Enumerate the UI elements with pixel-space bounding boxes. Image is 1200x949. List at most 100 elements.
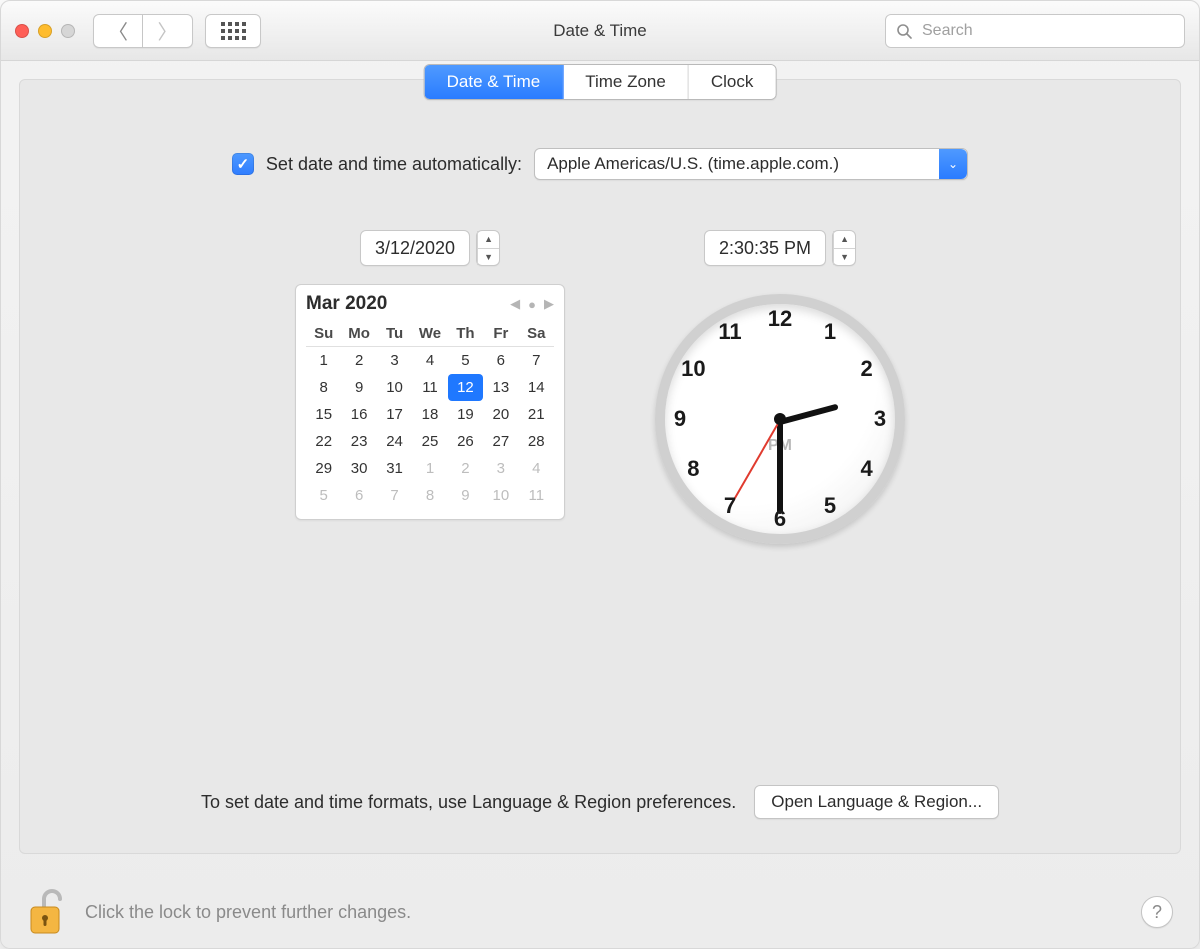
stepper-up-icon: ▲ bbox=[478, 231, 499, 249]
preference-panel: Date & Time Time Zone Clock ✓ Set date a… bbox=[19, 79, 1181, 854]
calendar-day[interactable]: 27 bbox=[483, 428, 518, 455]
clock-number: 8 bbox=[687, 456, 699, 482]
time-server-value: Apple Americas/U.S. (time.apple.com.) bbox=[547, 154, 927, 174]
clock-number: 1 bbox=[824, 319, 836, 345]
calendar-day[interactable]: 15 bbox=[306, 401, 341, 428]
calendar-day[interactable]: 9 bbox=[341, 374, 376, 401]
date-value: 3/12/2020 bbox=[361, 238, 469, 259]
calendar-day[interactable]: 24 bbox=[377, 428, 412, 455]
calendar-day[interactable]: 31 bbox=[377, 455, 412, 482]
tab-clock[interactable]: Clock bbox=[689, 65, 776, 99]
calendar-day[interactable]: 5 bbox=[448, 347, 483, 374]
show-all-button[interactable] bbox=[205, 14, 261, 48]
calendar-today-icon[interactable]: ● bbox=[528, 297, 536, 312]
calendar-day[interactable]: 14 bbox=[519, 374, 554, 401]
calendar-day[interactable]: 2 bbox=[341, 347, 376, 374]
clock-number: 9 bbox=[674, 406, 686, 432]
calendar-day[interactable]: 1 bbox=[412, 455, 447, 482]
zoom-window-button[interactable] bbox=[61, 24, 75, 38]
calendar-day[interactable]: 25 bbox=[412, 428, 447, 455]
calendar-day[interactable]: 8 bbox=[306, 374, 341, 401]
calendar-day[interactable]: 23 bbox=[341, 428, 376, 455]
time-column: 2:30:35 PM ▲ ▼ PM bbox=[655, 230, 905, 544]
time-server-select[interactable]: Apple Americas/U.S. (time.apple.com.) ⌄ bbox=[534, 148, 968, 180]
lock-button[interactable] bbox=[27, 887, 67, 937]
calendar-dow: We bbox=[412, 321, 447, 347]
back-button[interactable]: 〈 bbox=[93, 14, 143, 48]
close-window-button[interactable] bbox=[15, 24, 29, 38]
calendar-day[interactable]: 12 bbox=[448, 374, 483, 401]
calendar-day[interactable]: 13 bbox=[483, 374, 518, 401]
calendar[interactable]: Mar 2020 ◀ ● ▶ SuMoTuWeThFrSa12345678910… bbox=[295, 284, 565, 520]
calendar-day[interactable]: 10 bbox=[377, 374, 412, 401]
help-button[interactable]: ? bbox=[1141, 896, 1173, 928]
calendar-day[interactable]: 2 bbox=[448, 455, 483, 482]
clock-number: 2 bbox=[860, 356, 872, 382]
time-stepper[interactable]: ▲ ▼ bbox=[833, 231, 855, 265]
clock-minute-hand bbox=[777, 422, 783, 514]
calendar-day[interactable]: 3 bbox=[483, 455, 518, 482]
calendar-day[interactable]: 6 bbox=[341, 482, 376, 509]
date-field[interactable]: 3/12/2020 bbox=[360, 230, 470, 266]
calendar-day[interactable]: 19 bbox=[448, 401, 483, 428]
window-controls bbox=[15, 24, 75, 38]
time-value: 2:30:35 PM bbox=[705, 238, 825, 259]
tab-bar: Date & Time Time Zone Clock bbox=[424, 64, 777, 100]
open-language-region-button[interactable]: Open Language & Region... bbox=[754, 785, 999, 819]
stepper-up-icon: ▲ bbox=[834, 231, 855, 249]
calendar-day[interactable]: 18 bbox=[412, 401, 447, 428]
calendar-day[interactable]: 21 bbox=[519, 401, 554, 428]
search-field[interactable] bbox=[885, 14, 1185, 48]
clock-center-pin bbox=[774, 413, 786, 425]
search-icon bbox=[896, 23, 912, 39]
calendar-day[interactable]: 11 bbox=[519, 482, 554, 509]
calendar-day[interactable]: 9 bbox=[448, 482, 483, 509]
set-automatically-checkbox[interactable]: ✓ bbox=[232, 153, 254, 175]
calendar-day[interactable]: 4 bbox=[412, 347, 447, 374]
analog-clock: PM 121234567891011 bbox=[655, 294, 905, 544]
calendar-dow: Th bbox=[448, 321, 483, 347]
calendar-day[interactable]: 29 bbox=[306, 455, 341, 482]
calendar-day[interactable]: 6 bbox=[483, 347, 518, 374]
date-stepper[interactable]: ▲ ▼ bbox=[477, 231, 499, 265]
calendar-dow: Fr bbox=[483, 321, 518, 347]
stepper-down-icon: ▼ bbox=[834, 249, 855, 266]
calendar-title: Mar 2020 bbox=[306, 293, 387, 315]
calendar-day[interactable]: 4 bbox=[519, 455, 554, 482]
forward-button[interactable]: 〉 bbox=[143, 14, 193, 48]
clock-number: 7 bbox=[724, 493, 736, 519]
tab-date-time[interactable]: Date & Time bbox=[425, 65, 564, 99]
tab-time-zone[interactable]: Time Zone bbox=[562, 65, 689, 99]
calendar-day[interactable]: 10 bbox=[483, 482, 518, 509]
calendar-day[interactable]: 28 bbox=[519, 428, 554, 455]
minimize-window-button[interactable] bbox=[38, 24, 52, 38]
time-field[interactable]: 2:30:35 PM bbox=[704, 230, 826, 266]
calendar-day[interactable]: 1 bbox=[306, 347, 341, 374]
calendar-day[interactable]: 30 bbox=[341, 455, 376, 482]
calendar-day[interactable]: 20 bbox=[483, 401, 518, 428]
lock-row: Click the lock to prevent further change… bbox=[1, 876, 1199, 948]
date-column: 3/12/2020 ▲ ▼ Mar 2020 bbox=[295, 230, 565, 544]
calendar-day[interactable]: 5 bbox=[306, 482, 341, 509]
search-input[interactable] bbox=[920, 21, 1174, 41]
calendar-day[interactable]: 7 bbox=[519, 347, 554, 374]
stepper-down-icon: ▼ bbox=[478, 249, 499, 266]
chevron-down-icon: ⌄ bbox=[939, 149, 967, 179]
clock-number: 10 bbox=[681, 356, 705, 382]
clock-number: 3 bbox=[874, 406, 886, 432]
calendar-day[interactable]: 16 bbox=[341, 401, 376, 428]
calendar-day[interactable]: 11 bbox=[412, 374, 447, 401]
checkmark-icon: ✓ bbox=[237, 155, 250, 173]
calendar-day[interactable]: 8 bbox=[412, 482, 447, 509]
calendar-day[interactable]: 26 bbox=[448, 428, 483, 455]
preferences-window: 〈 〉 Date & Time Date & Time Time Zone Cl bbox=[0, 0, 1200, 949]
calendar-day[interactable]: 7 bbox=[377, 482, 412, 509]
clock-second-hand bbox=[730, 420, 781, 506]
calendar-day[interactable]: 17 bbox=[377, 401, 412, 428]
grid-icon bbox=[221, 22, 246, 40]
calendar-next-icon[interactable]: ▶ bbox=[544, 296, 554, 312]
calendar-prev-icon[interactable]: ◀ bbox=[510, 296, 520, 312]
calendar-day[interactable]: 3 bbox=[377, 347, 412, 374]
clock-number: 5 bbox=[824, 493, 836, 519]
calendar-day[interactable]: 22 bbox=[306, 428, 341, 455]
